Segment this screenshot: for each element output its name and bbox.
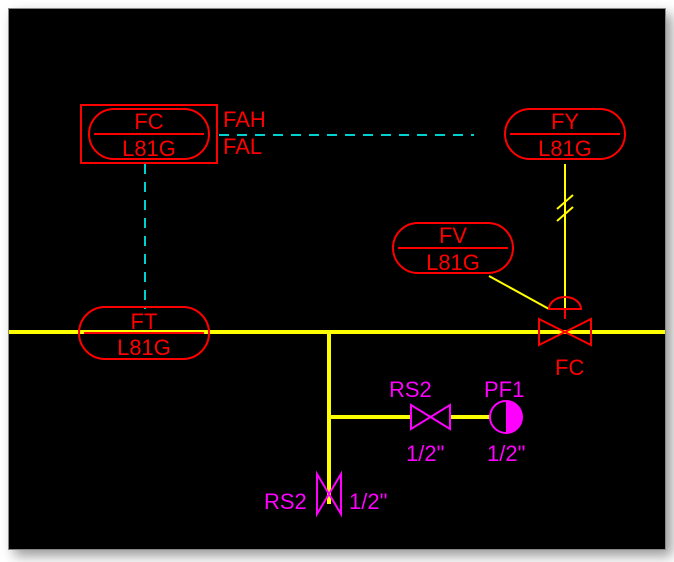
fv-leader	[489, 276, 549, 309]
ft-tag: L81G	[117, 335, 171, 360]
valve-rs2-drain[interactable]: RS2 1/2"	[264, 474, 387, 514]
rs2-inline-label: RS2	[389, 377, 432, 402]
fv-type: FV	[439, 223, 467, 248]
fv-tag: L81G	[426, 250, 480, 275]
diagram-frame: FC L81G FAH FAL FY L81G FV L81G	[0, 0, 674, 562]
rs2-inline-size: 1/2"	[406, 441, 444, 466]
rs2-drain-label: RS2	[264, 489, 307, 514]
instrument-fc[interactable]: FC L81G	[81, 105, 217, 163]
alarm-fal: FAL	[223, 134, 262, 159]
pf1-label: PF1	[484, 377, 524, 402]
cad-canvas: FC L81G FAH FAL FY L81G FV L81G	[8, 8, 666, 550]
valve-fail-action: FC	[555, 355, 584, 380]
fc-tag: L81G	[122, 136, 176, 161]
pf1-size: 1/2"	[487, 441, 525, 466]
instrument-ft[interactable]: FT L81G	[79, 307, 209, 360]
valve-rs2-inline[interactable]: RS2 1/2"	[389, 377, 450, 466]
instrument-fy[interactable]: FY L81G	[505, 109, 625, 161]
ft-type: FT	[131, 309, 158, 334]
rs2-drain-size: 1/2"	[349, 489, 387, 514]
control-valve[interactable]: FC	[539, 297, 591, 380]
fy-to-valve	[557, 164, 573, 309]
fc-type: FC	[134, 109, 163, 134]
instrument-fv[interactable]: FV L81G	[393, 223, 513, 275]
item-pf1[interactable]: PF1 1/2"	[484, 377, 525, 466]
pid-svg: FC L81G FAH FAL FY L81G FV L81G	[9, 9, 665, 549]
fy-type: FY	[551, 109, 579, 134]
fy-tag: L81G	[538, 136, 592, 161]
alarm-fah: FAH	[223, 107, 266, 132]
